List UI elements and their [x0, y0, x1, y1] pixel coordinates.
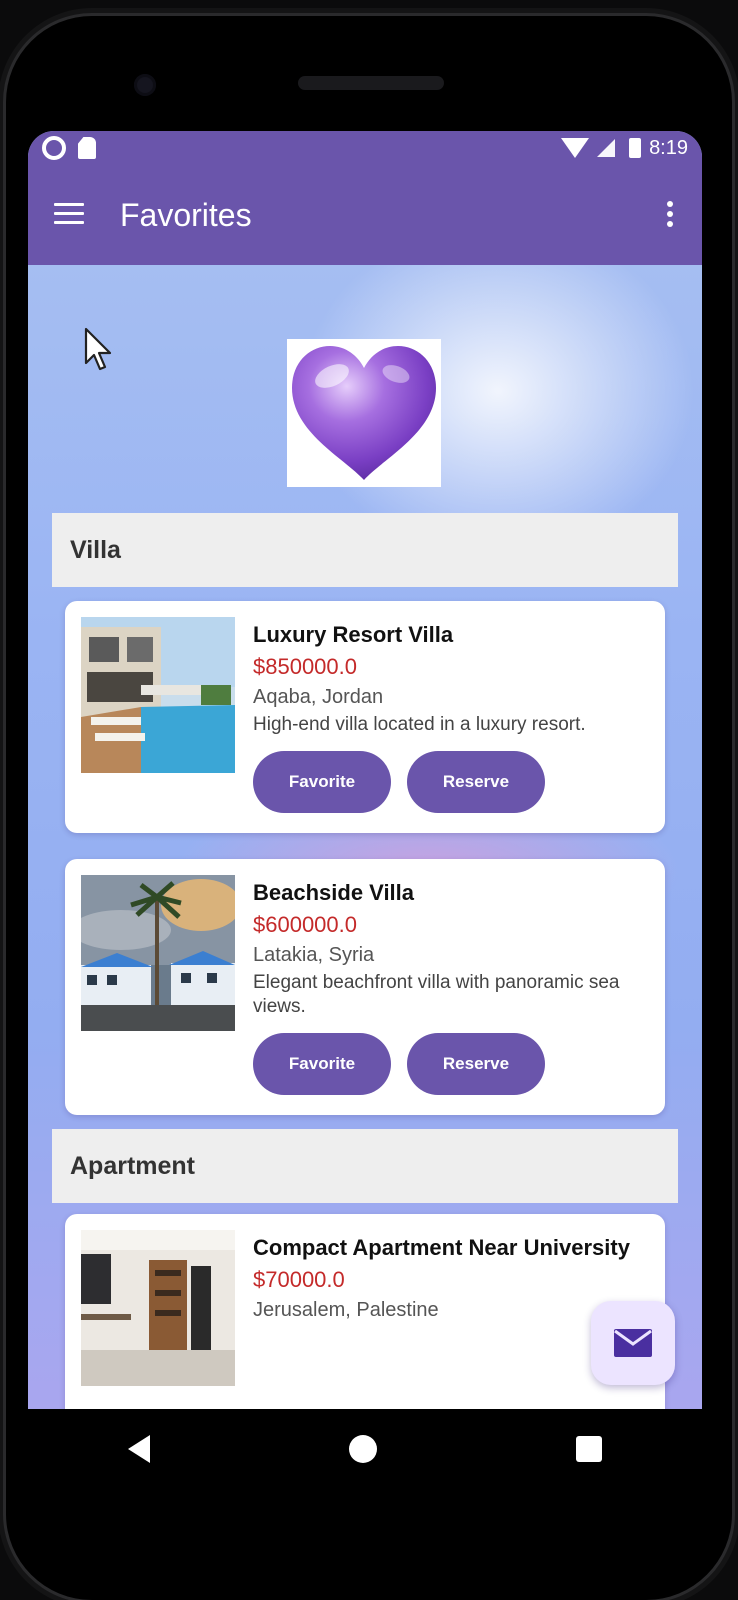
- property-location: Jerusalem, Palestine: [253, 1299, 439, 1321]
- section-title: Villa: [70, 535, 121, 564]
- wifi-icon: [561, 138, 590, 158]
- notification-icon: [42, 136, 66, 160]
- status-bar: 8:19: [28, 131, 702, 165]
- page-title: Favorites: [120, 197, 252, 233]
- reserve-button[interactable]: Reserve: [407, 751, 545, 813]
- battery-icon: [629, 138, 642, 158]
- sd-card-icon: [78, 137, 96, 159]
- property-price: $70000.0: [253, 1267, 345, 1292]
- property-description: High-end villa located in a luxury resor…: [253, 714, 586, 735]
- favorite-button[interactable]: Favorite: [253, 1033, 391, 1095]
- home-icon[interactable]: [348, 1435, 377, 1463]
- property-price: $850000.0: [253, 654, 357, 679]
- property-title: Beachside Villa: [253, 880, 415, 905]
- property-card[interactable]: Beachside Villa $600000.0 Latakia, Syria…: [65, 859, 665, 1115]
- mouse-cursor-icon: [84, 327, 112, 371]
- app-screen: 8:19 Favorites Villa Luxury Resort Villa…: [28, 131, 702, 1409]
- more-vert-icon[interactable]: [666, 201, 674, 229]
- favorites-heart-image: [287, 339, 441, 487]
- property-title: Luxury Resort Villa: [253, 622, 454, 647]
- earpiece-speaker: [298, 76, 444, 90]
- heart-icon: [292, 346, 436, 480]
- property-price: $600000.0: [253, 912, 357, 937]
- property-card[interactable]: Compact Apartment Near University $70000…: [65, 1214, 665, 1409]
- property-image: [81, 1230, 235, 1386]
- section-header-apartment: Apartment: [52, 1129, 678, 1203]
- hamburger-menu-icon[interactable]: [54, 203, 84, 225]
- reserve-button[interactable]: Reserve: [407, 1033, 545, 1095]
- status-time: 8:19: [649, 136, 688, 159]
- back-icon[interactable]: [127, 1435, 150, 1463]
- favorite-button[interactable]: Favorite: [253, 751, 391, 813]
- section-header-villa: Villa: [52, 513, 678, 587]
- app-bar: Favorites: [28, 165, 702, 265]
- recents-icon[interactable]: [576, 1436, 603, 1462]
- property-image: [81, 617, 235, 773]
- system-nav-bar: [28, 1409, 702, 1489]
- cell-signal-icon: [597, 139, 616, 157]
- property-description: Elegant beachfront villa with panoramic …: [253, 972, 620, 1017]
- property-title: Compact Apartment Near University: [253, 1235, 630, 1260]
- property-card[interactable]: Luxury Resort Villa $850000.0 Aqaba, Jor…: [65, 601, 665, 833]
- property-location: Aqaba, Jordan: [253, 686, 384, 708]
- front-camera: [134, 74, 156, 96]
- section-title: Apartment: [70, 1151, 196, 1180]
- contact-fab[interactable]: [591, 1301, 675, 1385]
- mail-icon: [614, 1329, 652, 1357]
- property-image: [81, 875, 235, 1031]
- property-location: Latakia, Syria: [253, 944, 375, 966]
